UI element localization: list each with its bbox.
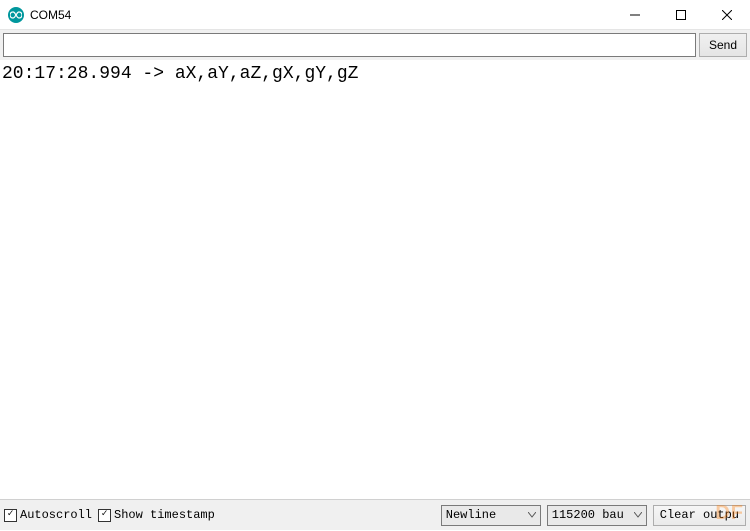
line-ending-value: Newline [446,508,496,522]
baud-rate-select[interactable]: 115200 bau [547,505,647,526]
checkbox-icon: ✓ [98,509,111,522]
show-timestamp-checkbox[interactable]: ✓ Show timestamp [98,508,215,522]
timestamp-label: Show timestamp [114,508,215,522]
chevron-down-icon [528,508,536,522]
line-ending-select[interactable]: Newline [441,505,541,526]
chevron-down-icon [634,508,642,522]
autoscroll-label: Autoscroll [20,508,92,522]
window-title: COM54 [30,8,71,22]
bottom-toolbar: ✓ Autoscroll ✓ Show timestamp Newline 11… [0,500,750,530]
window-controls [612,0,750,29]
baud-value: 115200 bau [552,508,624,522]
clear-output-button[interactable]: Clear outpu [653,505,746,526]
input-toolbar: Send [0,30,750,60]
checkbox-icon: ✓ [4,509,17,522]
serial-input[interactable] [3,33,696,57]
minimize-button[interactable] [612,0,658,29]
maximize-button[interactable] [658,0,704,29]
titlebar: COM54 [0,0,750,30]
arduino-icon [8,7,24,23]
autoscroll-checkbox[interactable]: ✓ Autoscroll [4,508,92,522]
serial-console: 20:17:28.994 -> aX,aY,aZ,gX,gY,gZ [0,60,750,500]
console-line: 20:17:28.994 -> aX,aY,aZ,gX,gY,gZ [2,64,358,84]
send-button[interactable]: Send [699,33,747,57]
close-button[interactable] [704,0,750,29]
